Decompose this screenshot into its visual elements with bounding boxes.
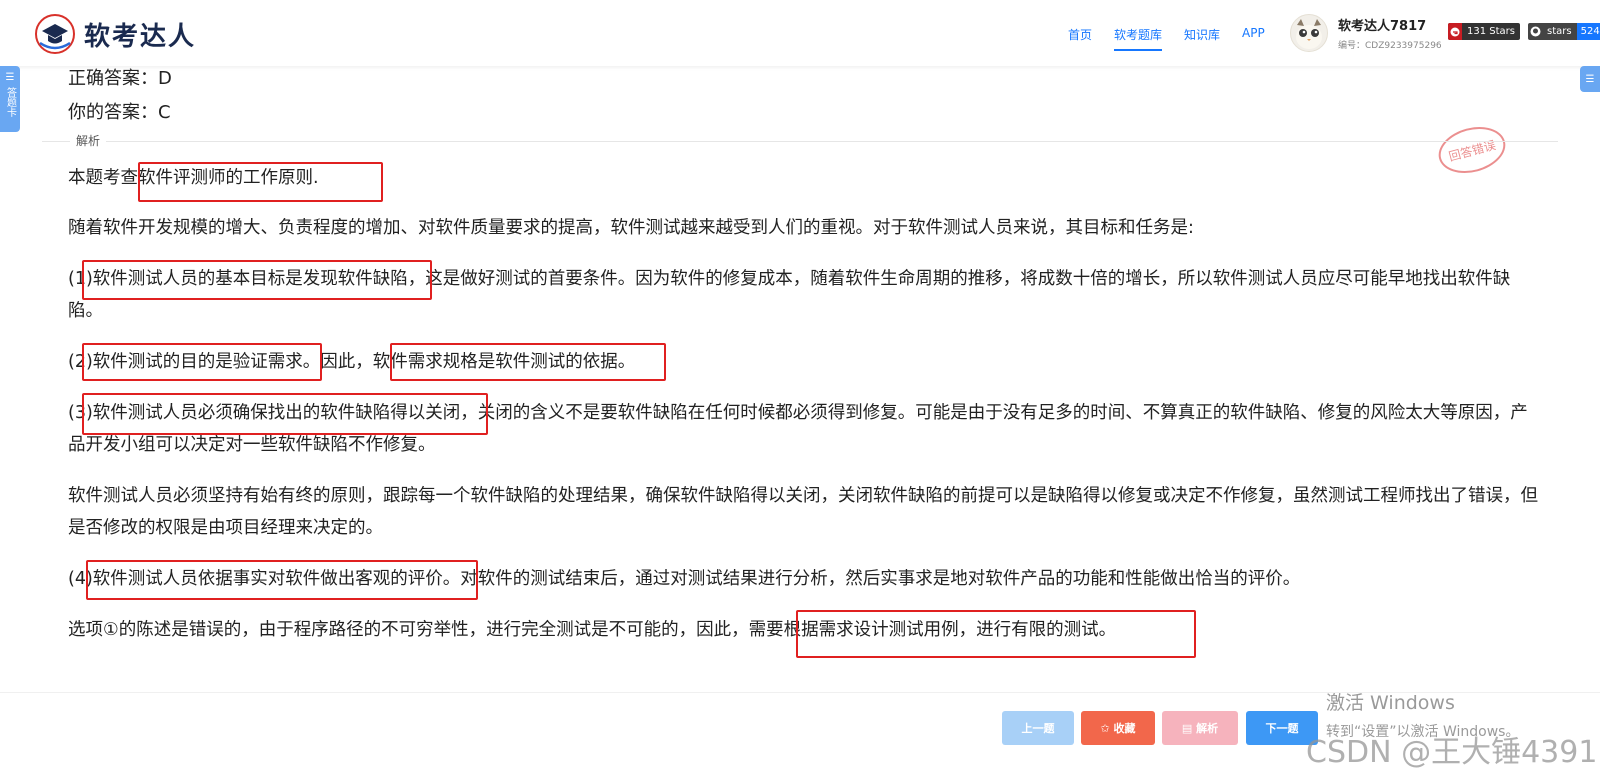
question-analysis-panel: 正确答案：D 你的答案：C 回答错误 解析 本题考查软件评测师的工作原则. 随着… [0,66,1600,672]
answer-card-tab[interactable]: ☰ 答题卡 [0,66,20,132]
user-id: 编号：CDZ9233975296 [1338,41,1442,51]
analysis-paragraph: (1)软件测试人员的基本目标是发现软件缺陷，这是做好测试的首要条件。因为软件的修… [68,269,1511,321]
prev-question-button[interactable]: 上一题 [1002,711,1074,745]
logo-text: 软考达人 [84,21,197,52]
correct-answer: 正确答案：D [68,68,172,89]
nav-app[interactable]: APP [1242,26,1265,51]
top-header: 软考达人 首页 软考题库 知识库 APP 软考达人7817 编号：CDZ9233… [0,0,1600,66]
analysis-paragraph: 选项①的陈述是错误的，由于程序路径的不可穷举性，进行完全测试是不可能的，因此，需… [68,620,1117,640]
main-nav: 首页 软考题库 知识库 APP [1068,26,1287,51]
right-panel-tab[interactable]: ☰ [1580,66,1600,92]
list-icon: ☰ [5,72,15,83]
wrong-answer-stamp-text: 回答错误 [1447,137,1498,164]
github-icon [1528,23,1542,40]
csdn-watermark: CSDN @王大锤4391 [1306,735,1598,770]
gitee-stars-count: 131 Stars [1467,26,1515,37]
analysis-paragraph: 随着软件开发规模的增大、负责程度的增加、对软件质量要求的提高，软件测试越来越受到… [68,218,1194,238]
answer-card-label: 答题卡 [4,87,16,117]
user-name: 软考达人7817 [1338,19,1427,34]
analysis-button[interactable]: ▤ 解析 [1162,711,1238,745]
avatar[interactable] [1290,14,1328,52]
list-icon: ☰ [1585,73,1595,85]
analysis-paragraph: 软件测试人员必须坚持有始有终的原则，跟踪每一个软件缺陷的处理结果，确保软件缺陷得… [68,486,1538,538]
analysis-divider [42,141,1558,142]
github-stars-count: 524 [1576,23,1600,40]
gitee-stars-badge[interactable]: 131 Stars [1448,23,1520,40]
github-stars-label: stars [1547,26,1572,37]
site-logo[interactable]: 软考达人 [34,13,196,55]
analysis-paragraph: (3)软件测试人员必须确保找出的软件缺陷得以关闭，关闭的含义不是要软件缺陷在任何… [68,403,1528,455]
graduation-cap-logo-icon [34,13,76,55]
my-answer: 你的答案：C [68,102,171,123]
gitee-icon [1448,23,1462,40]
github-stars-badge[interactable]: stars 524 [1528,23,1600,40]
watermark-title: 激活 Windows [1326,692,1455,714]
analysis-paragraph: (4)软件测试人员依据事实对软件做出客观的评价。对软件的测试结束后，通过对测试结… [68,569,1301,589]
analysis-label: 解析 [70,132,107,149]
nav-question-bank[interactable]: 软考题库 [1114,26,1163,51]
favorite-button[interactable]: ✩ 收藏 [1081,711,1155,745]
nav-home[interactable]: 首页 [1068,26,1092,51]
nav-knowledge-base[interactable]: 知识库 [1184,26,1220,51]
analysis-paragraph: 本题考查软件评测师的工作原则. [68,168,319,188]
analysis-paragraph: (2)软件测试的目的是验证需求。因此，软件需求规格是软件测试的依据。 [68,352,636,372]
user-profile[interactable]: 软考达人7817 编号：CDZ9233975296 [1290,14,1442,52]
